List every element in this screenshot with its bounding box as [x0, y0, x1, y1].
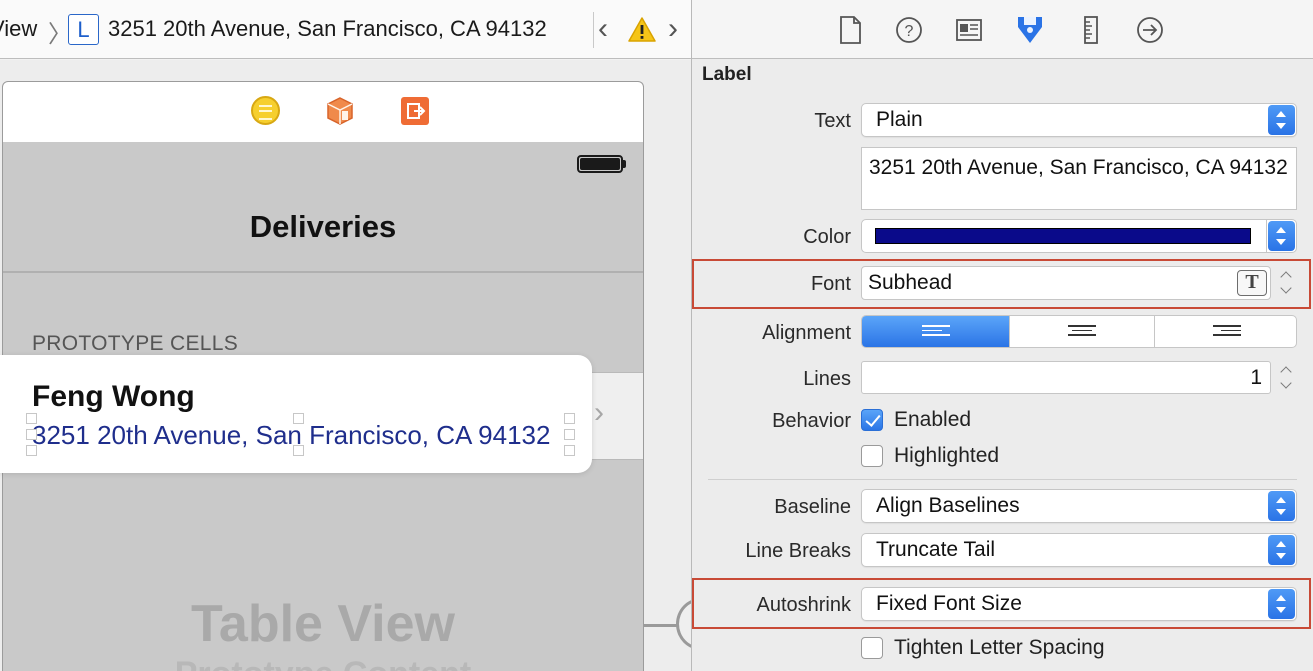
- section-title: Label: [702, 64, 752, 85]
- text-type-popup[interactable]: Plain: [861, 103, 1297, 137]
- cell-title-label[interactable]: Feng Wong: [32, 380, 195, 414]
- attributes-inspector-icon[interactable]: [1013, 13, 1047, 47]
- inspector-tab-bar: [692, 0, 1313, 59]
- navigation-title[interactable]: Deliveries: [3, 209, 643, 245]
- text-type-label: Text: [814, 110, 851, 132]
- section-header: PROTOTYPE CELLS: [32, 332, 239, 355]
- tighten-letter-spacing-label: Tighten Letter Spacing: [894, 636, 1105, 659]
- resize-handle[interactable]: [26, 445, 37, 456]
- chevron-right-icon[interactable]: ›: [668, 12, 678, 46]
- size-inspector-icon[interactable]: [1076, 15, 1106, 45]
- align-right-icon: [1212, 325, 1241, 339]
- resize-handle[interactable]: [293, 413, 304, 424]
- autoshrink-value: Fixed Font Size: [876, 592, 1022, 615]
- enabled-label: Enabled: [894, 408, 972, 431]
- font-size-stepper[interactable]: [1278, 266, 1296, 300]
- color-label: Color: [803, 226, 851, 248]
- align-left-segment[interactable]: [862, 316, 1009, 347]
- battery-tip: [623, 160, 626, 168]
- font-label: Font: [810, 273, 851, 295]
- popup-arrows-icon: [1268, 491, 1295, 521]
- font-picker-icon[interactable]: T: [1237, 270, 1267, 296]
- alignment-label: Alignment: [762, 322, 851, 344]
- behavior-label: Behavior: [772, 410, 851, 432]
- resize-handle[interactable]: [564, 413, 575, 424]
- enabled-checkbox[interactable]: [861, 409, 883, 431]
- breadcrumb-item-view[interactable]: View: [0, 16, 37, 42]
- exit-icon[interactable]: [401, 97, 429, 125]
- breadcrumb-divider: [593, 12, 594, 48]
- warning-icon[interactable]: [628, 17, 656, 43]
- baseline-popup[interactable]: Align Baselines: [861, 489, 1297, 523]
- align-center-segment[interactable]: [1009, 316, 1154, 347]
- baseline-value: Align Baselines: [876, 494, 1020, 517]
- disclosure-chevron-icon: ›: [594, 396, 604, 429]
- section-divider: [708, 479, 1297, 480]
- popup-arrows-icon: [1268, 589, 1295, 619]
- view-controller-icon[interactable]: [251, 96, 280, 125]
- first-responder-icon[interactable]: [325, 96, 355, 126]
- tighten-letter-spacing-checkbox[interactable]: [861, 637, 883, 659]
- lines-label: Lines: [803, 368, 851, 390]
- identity-inspector-icon[interactable]: [954, 15, 984, 45]
- resize-handle[interactable]: [564, 445, 575, 456]
- resize-handle[interactable]: [26, 413, 37, 424]
- file-inspector-icon[interactable]: [835, 15, 865, 45]
- lines-field[interactable]: 1: [861, 361, 1271, 394]
- resize-handle[interactable]: [293, 445, 304, 456]
- align-right-segment[interactable]: [1154, 316, 1296, 347]
- help-inspector-icon[interactable]: ?: [894, 15, 924, 45]
- baseline-label: Baseline: [774, 496, 851, 518]
- line-breaks-label: Line Breaks: [745, 540, 851, 562]
- lines-stepper[interactable]: [1278, 361, 1296, 395]
- svg-text:?: ?: [905, 23, 914, 40]
- popup-arrows-icon: [1268, 535, 1295, 565]
- line-breaks-value: Truncate Tail: [876, 538, 996, 561]
- color-popup-button[interactable]: [1267, 219, 1297, 253]
- line-breaks-popup[interactable]: Truncate Tail: [861, 533, 1297, 567]
- navigation-bar-divider: [3, 271, 643, 273]
- autoshrink-label: Autoshrink: [756, 594, 852, 616]
- text-type-value: Plain: [876, 108, 923, 131]
- popup-arrows-icon: [1268, 105, 1295, 135]
- resize-handle[interactable]: [26, 429, 37, 440]
- popup-arrows-icon: [1268, 221, 1295, 251]
- highlighted-checkbox[interactable]: [861, 445, 883, 467]
- resize-handle[interactable]: [564, 429, 575, 440]
- align-left-icon: [921, 325, 950, 339]
- alignment-segmented-control: [861, 315, 1297, 348]
- align-center-icon: [1068, 325, 1096, 339]
- table-view-placeholder: Table View: [191, 595, 455, 653]
- chevron-left-icon[interactable]: ‹: [598, 12, 608, 46]
- label-text-field[interactable]: 3251 20th Avenue, San Francisco, CA 9413…: [861, 147, 1297, 210]
- connections-inspector-icon[interactable]: [1135, 15, 1165, 45]
- table-view-placeholder-subtitle: Prototype Content: [3, 655, 643, 671]
- scene-dock: [2, 81, 644, 143]
- color-swatch: [875, 228, 1251, 244]
- breadcrumb-item-label[interactable]: 3251 20th Avenue, San Francisco, CA 9413…: [108, 16, 547, 42]
- label-object-icon[interactable]: L: [68, 14, 99, 45]
- autoshrink-popup[interactable]: Fixed Font Size: [861, 587, 1297, 621]
- font-field[interactable]: Subhead: [861, 266, 1271, 300]
- highlighted-label: Highlighted: [894, 444, 1000, 467]
- battery-level: [580, 158, 620, 170]
